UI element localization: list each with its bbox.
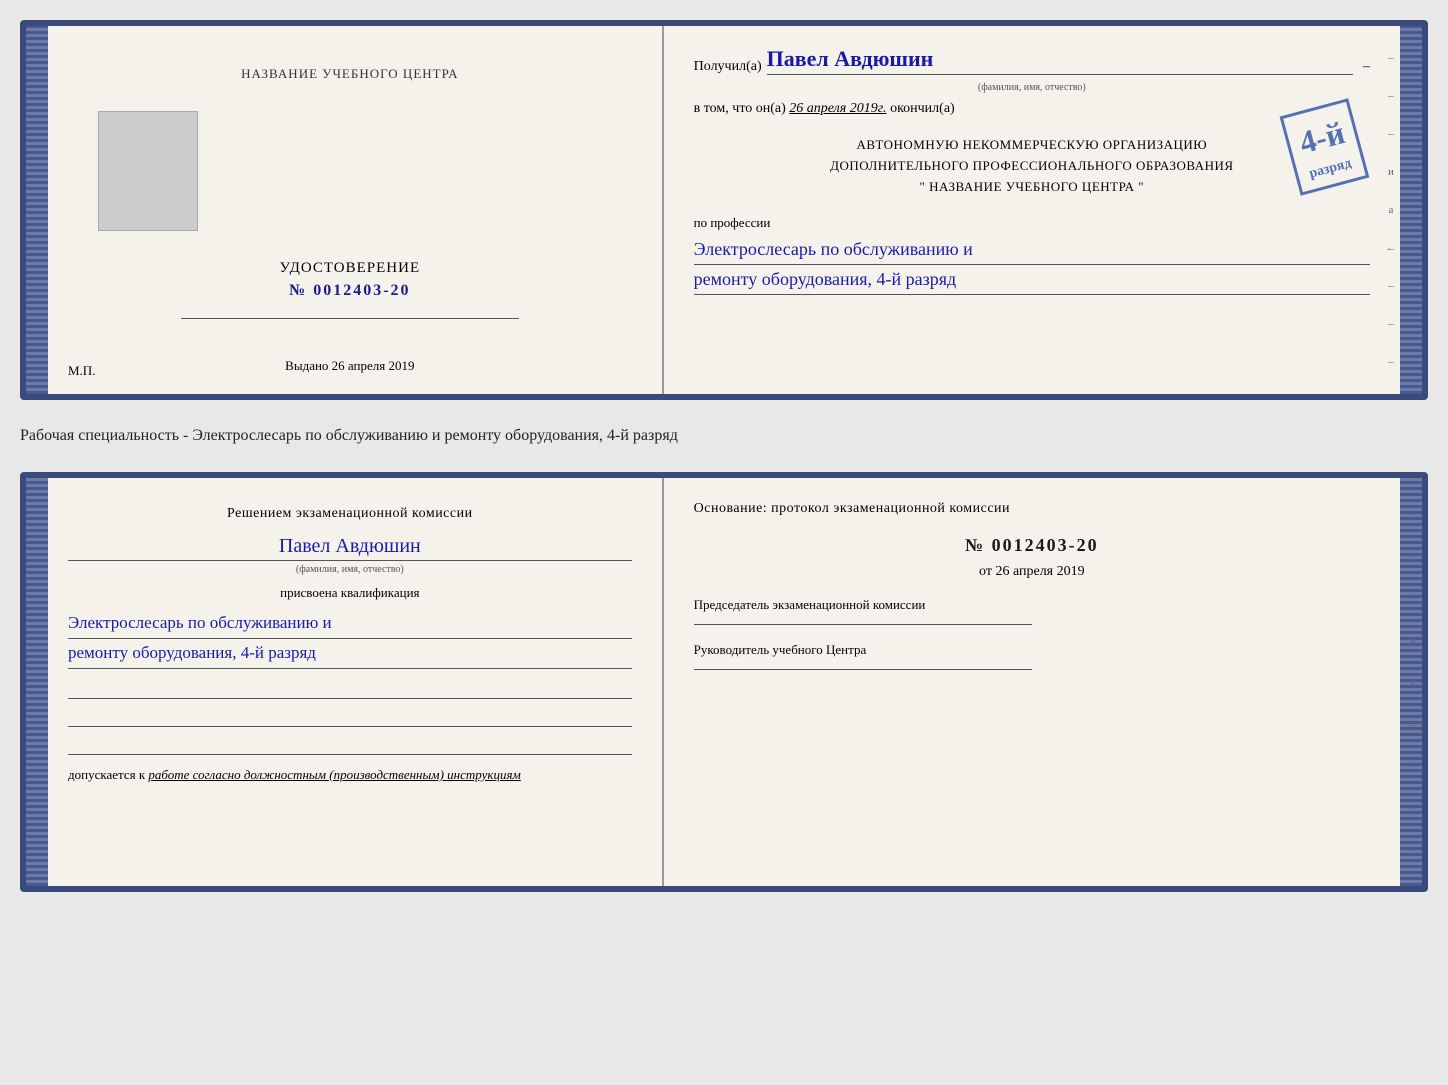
- issued-date-value: 26 апреля 2019: [332, 358, 415, 373]
- qual-line1: Электрослесарь по обслуживанию и: [68, 609, 632, 639]
- director-title: Руководитель учебного Центра: [694, 640, 1370, 661]
- bottom-left-panel: Решением экзаменационной комиссии Павел …: [48, 478, 664, 886]
- chairman-block: Председатель экзаменационной комиссии: [694, 595, 1370, 625]
- spine-left: [26, 26, 48, 394]
- commission-title: Решением экзаменационной комиссии: [68, 503, 632, 525]
- photo-placeholder: [98, 111, 198, 231]
- date-label: от: [979, 564, 992, 579]
- profession-line1-top: Электрослесарь по обслуживанию и: [694, 235, 1370, 265]
- org-block: АВТОНОМНУЮ НЕКОММЕРЧЕСКУЮ ОРГАНИЗАЦИЮ ДО…: [694, 135, 1370, 197]
- middle-text: Рабочая специальность - Электрослесарь п…: [20, 418, 1428, 454]
- protocol-date: от 26 апреля 2019: [694, 564, 1370, 580]
- cert-number: № 0012403-20: [279, 282, 420, 300]
- side-dashes-bottom: – – – и а ← – – –: [1404, 478, 1422, 886]
- assigned-label: присвоена квалификация: [68, 585, 632, 601]
- profession-label-top: по профессии: [694, 215, 1370, 231]
- allowed-text-value: работе согласно должностным (производств…: [148, 767, 520, 782]
- chairman-title: Председатель экзаменационной комиссии: [694, 595, 1370, 616]
- blank-line-3: [68, 735, 632, 755]
- finished-label: окончил(а): [890, 101, 955, 116]
- top-document: НАЗВАНИЕ УЧЕБНОГО ЦЕНТРА УДОСТОВЕРЕНИЕ №…: [20, 20, 1428, 400]
- profession-line2-top: ремонту оборудования, 4-й разряд: [694, 265, 1370, 295]
- bottom-document: Решением экзаменационной комиссии Павел …: [20, 472, 1428, 892]
- spine-right: [1400, 26, 1422, 394]
- top-left-panel: НАЗВАНИЕ УЧЕБНОГО ЦЕНТРА УДОСТОВЕРЕНИЕ №…: [48, 26, 664, 394]
- qual-line2: ремонту оборудования, 4-й разряд: [68, 639, 632, 669]
- basis-label: Основание: протокол экзаменационной коми…: [694, 498, 1370, 520]
- mp-label: М.П.: [68, 363, 95, 379]
- org-line3: " НАЗВАНИЕ УЧЕБНОГО ЦЕНТРА ": [694, 177, 1370, 198]
- person-name-top: Павел Авдюшин: [767, 46, 1353, 75]
- received-line: Получил(а) Павел Авдюшин –: [694, 46, 1370, 75]
- blank-line-1: [68, 679, 632, 699]
- org-line2: ДОПОЛНИТЕЛЬНОГО ПРОФЕССИОНАЛЬНОГО ОБРАЗО…: [694, 156, 1370, 177]
- blank-lines: [68, 679, 632, 755]
- in-that-label: в том, что он(а): [694, 101, 786, 116]
- name-sub-label-top: (фамилия, имя, отчество): [694, 82, 1370, 93]
- cert-label: УДОСТОВЕРЕНИЕ: [279, 260, 420, 277]
- director-sign-line: [694, 669, 1032, 670]
- bottom-right-panel: Основание: протокол экзаменационной коми…: [664, 478, 1400, 886]
- allowed-label: допускается к: [68, 767, 145, 782]
- protocol-number: № 0012403-20: [694, 535, 1370, 556]
- side-dashes-top: – – – и а ← – – –: [1382, 26, 1400, 394]
- allowed-block: допускается к работе согласно должностны…: [68, 767, 632, 783]
- date-line-top: в том, что он(а) 26 апреля 2019г. окончи…: [694, 101, 1370, 117]
- name-sub-label-bottom: (фамилия, имя, отчество): [68, 564, 632, 575]
- spine-left-bottom: [26, 478, 48, 886]
- top-right-panel: Получил(а) Павел Авдюшин – (фамилия, имя…: [664, 26, 1400, 394]
- blank-line-2: [68, 707, 632, 727]
- issue-date: Выдано 26 апреля 2019: [285, 358, 414, 374]
- received-label: Получил(а): [694, 59, 762, 75]
- issued-label: Выдано: [285, 358, 328, 373]
- director-block: Руководитель учебного Центра: [694, 640, 1370, 670]
- top-left-title: НАЗВАНИЕ УЧЕБНОГО ЦЕНТРА: [241, 66, 458, 82]
- org-line1: АВТОНОМНУЮ НЕКОММЕРЧЕСКУЮ ОРГАНИЗАЦИЮ: [694, 135, 1370, 156]
- protocol-date-value: 26 апреля 2019: [995, 564, 1084, 579]
- page-wrapper: НАЗВАНИЕ УЧЕБНОГО ЦЕНТРА УДОСТОВЕРЕНИЕ №…: [20, 20, 1428, 892]
- person-name-bottom: Павел Авдюшин: [68, 535, 632, 561]
- chairman-sign-line: [694, 624, 1032, 625]
- cert-date-top: 26 апреля 2019г.: [789, 101, 886, 116]
